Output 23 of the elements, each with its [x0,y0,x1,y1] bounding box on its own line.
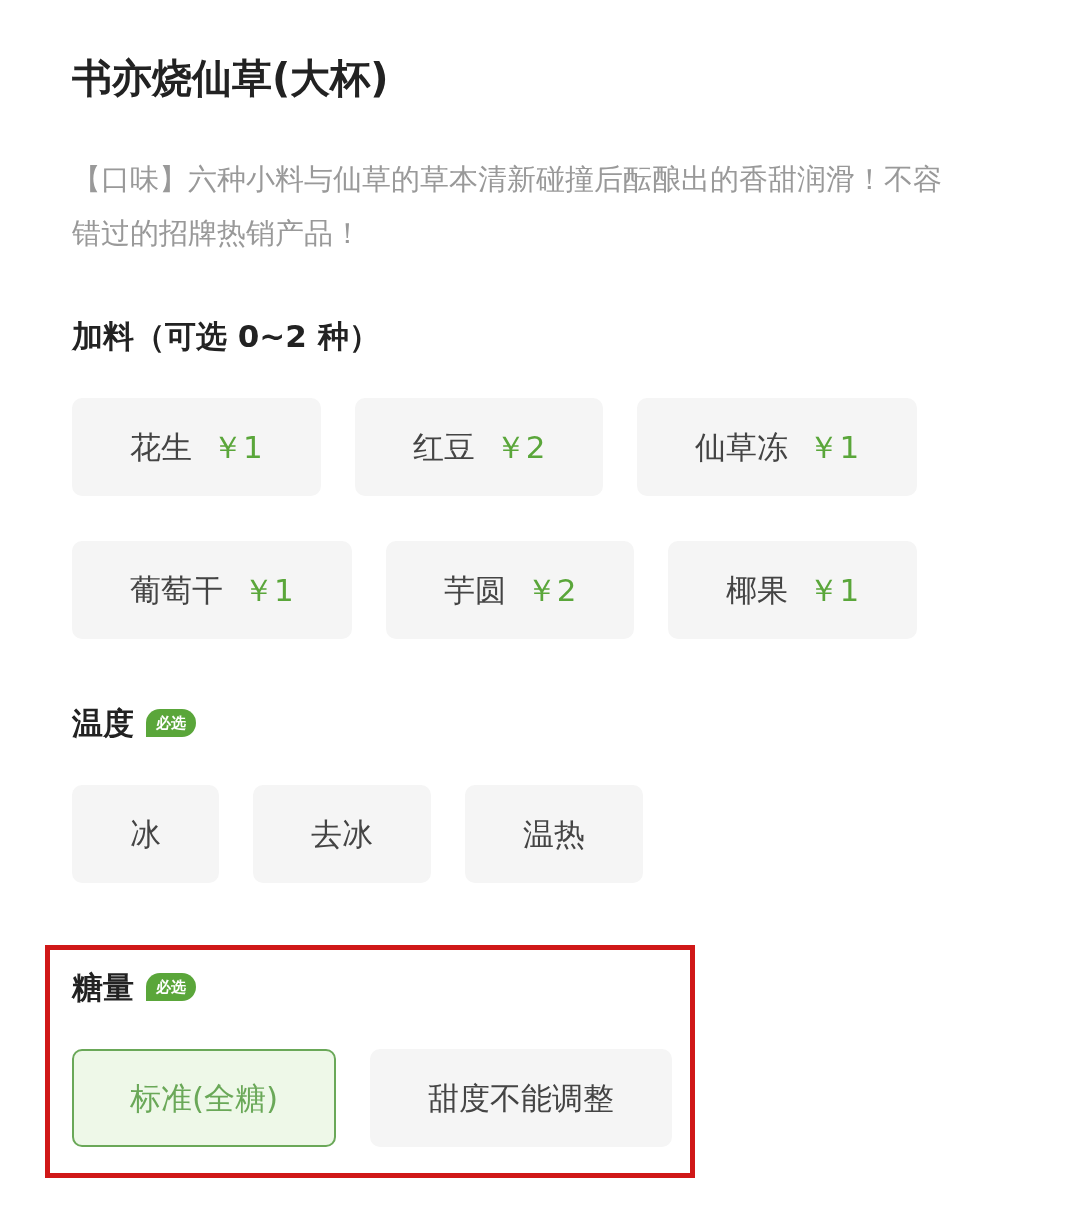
section-title: 温度 [72,704,134,743]
option-button[interactable]: 冰 [72,785,219,883]
required-badge: 必选 [146,973,196,1001]
price-label: ￥1 [808,427,860,467]
option-button[interactable]: 甜度不能调整 [370,1049,673,1147]
option-button[interactable]: 去冰 [253,785,431,883]
option-button[interactable]: 仙草冻 ￥1 [637,398,918,496]
price-label: ￥2 [525,570,577,610]
required-badge: 必选 [146,709,196,737]
option-button[interactable]: 椰果 ￥1 [668,541,918,639]
option-button[interactable]: 红豆 ￥2 [354,398,604,496]
option-button[interactable]: 温热 [465,785,643,883]
price-label: ￥2 [494,427,546,467]
option-button[interactable]: 芋圆 ￥2 [385,541,635,639]
price-label: ￥1 [808,570,860,610]
option-button[interactable]: 花生 ￥1 [72,398,321,496]
section-title: 糖量 [72,968,134,1007]
product-title: 书亦烧仙草(大杯) [72,54,390,103]
price-label: ￥1 [212,427,263,467]
product-description: 【口味】六种小料与仙草的草本清新碰撞后酝酿出的香甜润滑！不容错过的招牌热销产品！ [72,161,942,252]
section-title: 加料（可选 0~2 种） [72,317,380,356]
price-label: ￥1 [243,570,294,610]
option-button[interactable]: 葡萄干 ￥1 [72,541,352,639]
